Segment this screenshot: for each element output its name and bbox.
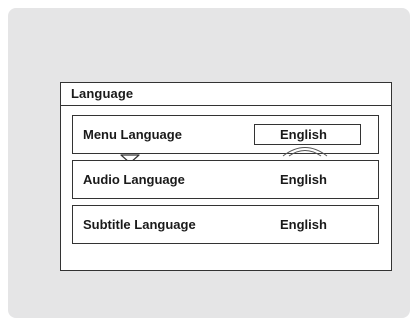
subtitle-language-value: English <box>280 217 327 232</box>
menu-language-label: Menu Language <box>83 127 182 142</box>
language-settings-panel: Language Menu Language English Audio Lan… <box>60 82 392 271</box>
panel-header: Language <box>61 83 391 106</box>
audio-language-row[interactable]: Audio Language English <box>72 160 379 199</box>
menu-language-row[interactable]: Menu Language English <box>72 115 379 164</box>
selection-arc-icon <box>282 147 328 157</box>
audio-language-value: English <box>280 172 327 187</box>
audio-language-label: Audio Language <box>83 172 185 187</box>
subtitle-language-label: Subtitle Language <box>83 217 196 232</box>
menu-language-value-box[interactable]: English <box>254 124 361 145</box>
subtitle-language-row[interactable]: Subtitle Language English <box>72 205 379 244</box>
panel-title: Language <box>71 86 134 101</box>
menu-language-value: English <box>280 127 327 142</box>
screen-background: Language Menu Language English Audio Lan… <box>8 8 410 318</box>
